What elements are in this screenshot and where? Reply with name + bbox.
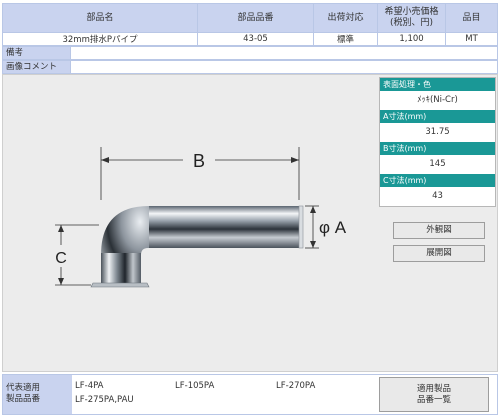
pipe-vertical [101, 253, 141, 283]
applicable-label: 代表適用 製品品番 [3, 375, 72, 414]
applicable-label-line2: 製品品番 [6, 394, 41, 404]
dim-a-arrow-top [310, 206, 316, 213]
col-price-line2: (税別、円) [389, 18, 434, 28]
spec-title-b: B寸法(mm) [380, 142, 495, 155]
applicable-code[interactable]: LF-105PA [175, 381, 214, 391]
dim-a-label: φ A [319, 218, 347, 237]
shipping-value: 標準 [313, 32, 378, 46]
exterior-view-button[interactable]: 外観図 [393, 222, 485, 239]
applicable-label-line1: 代表適用 [6, 383, 41, 393]
spec-value-c: 43 [380, 187, 495, 206]
applicable-code[interactable]: LF-270PA [276, 381, 315, 391]
pipe-horizontal [149, 206, 301, 248]
col-part-number: 部品品番 [197, 3, 314, 33]
dim-b-label: B [193, 151, 205, 171]
applicable-list-button-line1: 適用製品 [416, 384, 451, 394]
spec-title-finish: 表面処理・色 [380, 78, 495, 91]
applicable-code[interactable]: LF-4PA [75, 381, 104, 391]
dim-b-arrow-left [101, 157, 109, 163]
notes-label: 備考 [2, 46, 71, 60]
main-panel: B φ A C 表面処理・色 ﾒｯｷ(Ni-Cr) A寸法(mm) 31.75 … [2, 74, 498, 372]
part-drawing: B φ A C [55, 147, 347, 288]
image-comment-row: 画像コメント [2, 60, 498, 74]
notes-row: 備考 [2, 46, 498, 60]
pipe-end [298, 205, 304, 249]
applicable-list-button-line2: 品番一覧 [416, 395, 451, 405]
spec-list: 表面処理・色 ﾒｯｷ(Ni-Cr) A寸法(mm) 31.75 B寸法(mm) … [379, 77, 496, 207]
col-shipping: 出荷対応 [313, 3, 378, 33]
part-number: 43-05 [197, 32, 314, 46]
dim-b-arrow-right [291, 157, 299, 163]
spec-value-a: 31.75 [380, 123, 495, 142]
spec-title-c: C寸法(mm) [380, 174, 495, 187]
dim-a-arrow-bottom [310, 241, 316, 248]
dim-c-arrow-top [58, 225, 64, 232]
spec-value-finish: ﾒｯｷ(Ni-Cr) [380, 91, 495, 110]
part-header-table: 部品名 部品品番 出荷対応 希望小売価格 (税別、円) 品目 32mm排水Pパイ… [2, 3, 498, 46]
pipe-flange [90, 282, 150, 288]
price-value: 1,100 [377, 32, 446, 46]
col-category: 品目 [445, 3, 498, 33]
development-view-button[interactable]: 展開図 [393, 245, 485, 262]
col-price-line1: 希望小売価格 [384, 7, 439, 17]
applicable-products-row: 代表適用 製品品番 LF-4PA LF-105PA LF-270PA LF-27… [2, 374, 498, 415]
applicable-list-button[interactable]: 適用製品 品番一覧 [379, 377, 489, 412]
image-comment-value [71, 60, 498, 74]
category-value: MT [445, 32, 498, 46]
notes-value [71, 46, 498, 60]
image-comment-label: 画像コメント [2, 60, 71, 74]
spec-value-b: 145 [380, 155, 495, 174]
dim-c-arrow-bottom [58, 278, 64, 285]
col-part-name: 部品名 [2, 3, 198, 33]
applicable-code[interactable]: LF-275PA,PAU [75, 395, 134, 405]
spec-panel: 表面処理・色 ﾒｯｷ(Ni-Cr) A寸法(mm) 31.75 B寸法(mm) … [379, 77, 496, 207]
spec-title-a: A寸法(mm) [380, 110, 495, 123]
dim-c-label: C [55, 250, 67, 267]
col-price: 希望小売価格 (税別、円) [377, 3, 446, 33]
part-name: 32mm排水Pパイプ [2, 32, 198, 46]
